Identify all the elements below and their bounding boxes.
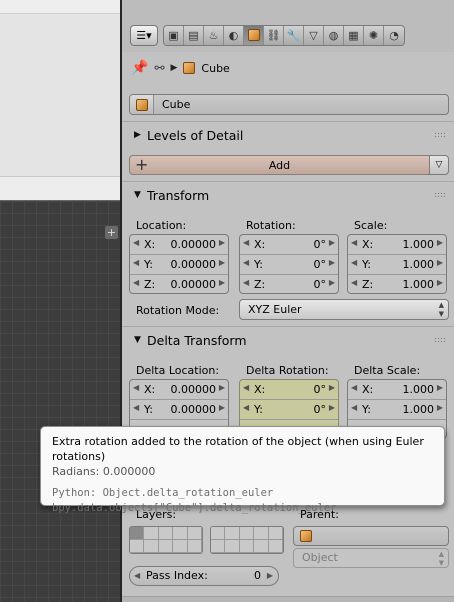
object-data-icon[interactable]: ▽ — [304, 26, 324, 45]
delta-rotation-x-field[interactable]: ◀ X: 0° ▶ — [240, 380, 338, 400]
expand-triangle-icon: ▼ — [134, 190, 141, 200]
pass-index-field[interactable]: ◀ Pass Index: 0 ▶ — [129, 566, 279, 586]
tooltip-unit-value: Radians: 0.000000 — [52, 465, 156, 478]
texture-icon[interactable]: ▦ — [344, 26, 364, 45]
delta-scale-x-field[interactable]: ◀ X: 1.000 ▶ — [348, 380, 446, 400]
world-icon[interactable]: ◐ — [224, 26, 244, 45]
rotation-z-field[interactable]: ◀ Z: 0° ▶ — [240, 275, 338, 293]
collapse-triangle-icon: ▶ — [134, 130, 141, 140]
drag-grip-icon[interactable] — [434, 192, 446, 197]
scene-link-icon: ⚯ — [154, 61, 165, 75]
increment-arrow-icon[interactable]: ▶ — [267, 567, 273, 585]
delta-scale-y-field[interactable]: ◀ Y: 1.000 ▶ — [348, 400, 446, 420]
lod-dropdown-button[interactable]: ▽ — [429, 155, 449, 175]
viewport-header — [0, 0, 121, 14]
updown-arrows-icon: ▲ ▼ — [438, 301, 444, 318]
modifiers-icon[interactable]: 🔧 — [284, 26, 304, 45]
pin-icon[interactable]: 📌 — [131, 60, 148, 76]
delta-rotation-label: Delta Rotation: — [246, 364, 329, 377]
rotation-fields: ◀ X: 0° ▶ ◀ Y: 0° ▶ ◀ Z: 0° ▶ — [239, 234, 339, 294]
properties-header: ☰▾ ▣ ▤ ♨ ◐ ⛓ 🔧 ▽ ◍ ▦ ✺ ◔ — [122, 0, 454, 52]
object-cube-icon — [183, 62, 196, 74]
scale-fields: ◀ X: 1.000 ▶ ◀ Y: 1.000 ▶ ◀ Z: 1.000 ▶ — [347, 234, 447, 294]
object-name-value: Cube — [162, 98, 191, 111]
lod-add-label: Add — [268, 158, 291, 172]
rotation-mode-label: Rotation Mode: — [136, 304, 220, 317]
location-label: Location: — [136, 219, 187, 232]
tooltip-python-data-path: bpy.data.objects["Cube"].delta_rotation_… — [52, 502, 337, 514]
object-name-field[interactable]: Cube — [129, 94, 449, 115]
location-fields: ◀ X: 0.00000 ▶ ◀ Y: 0.00000 ▶ ◀ Z: 0.00000 ▶ — [129, 234, 229, 294]
panel-header-lod[interactable]: ▶ Levels of Detail — [122, 123, 454, 147]
separator — [122, 326, 454, 327]
particles-icon[interactable]: ✺ — [364, 26, 384, 45]
panel-title-transform: Transform — [147, 187, 210, 203]
separator — [122, 181, 454, 182]
location-z-field[interactable]: ◀ Z: 0.00000 ▶ — [130, 275, 228, 293]
editor-type-button[interactable]: ☰▾ — [130, 25, 158, 46]
panel-header-transform[interactable]: ▼ Transform — [122, 183, 454, 207]
tooltip: Extra rotation added to the rotation of … — [40, 426, 445, 514]
rotation-mode-value: XYZ Euler — [248, 303, 302, 316]
viewport-header-bar — [0, 176, 121, 200]
parent-type-select[interactable]: Object ▲ ▼ — [293, 548, 449, 568]
scale-label: Scale: — [354, 219, 388, 232]
delta-location-x-field[interactable]: ◀ X: 0.00000 ▶ — [130, 380, 228, 400]
render-icon[interactable]: ▣ — [164, 26, 184, 45]
delta-location-y-field[interactable]: ◀ Y: 0.00000 ▶ — [130, 400, 228, 420]
object-cube-icon[interactable] — [130, 95, 154, 114]
scale-z-field[interactable]: ◀ Z: 1.000 ▶ — [348, 275, 446, 293]
tooltip-python-path: Python: Object.delta_rotation_euler — [52, 487, 274, 499]
object-cube-icon — [300, 530, 312, 542]
object-icon[interactable] — [244, 26, 264, 45]
layers-grid-right[interactable] — [210, 526, 284, 554]
parent-type-value: Object — [302, 551, 338, 564]
updown-arrows-icon: ▲ ▼ — [438, 550, 444, 567]
scale-x-field[interactable]: ◀ X: 1.000 ▶ — [348, 235, 446, 255]
constraints-icon[interactable]: ⛓ — [264, 26, 284, 45]
rotation-label: Rotation: — [246, 219, 296, 232]
parent-field[interactable] — [293, 526, 449, 546]
layers-grid-left[interactable] — [129, 526, 203, 554]
rotation-x-field[interactable]: ◀ X: 0° ▶ — [240, 235, 338, 255]
pass-index-label: Pass Index: — [146, 569, 208, 582]
plus-icon: + — [135, 155, 149, 174]
breadcrumb: 📌 ⚯ ▶ Cube — [131, 58, 230, 78]
viewport-grid[interactable] — [0, 200, 121, 602]
breadcrumb-object: Cube — [201, 61, 230, 75]
tooltip-description: Extra rotation added to the rotation of … — [52, 435, 424, 463]
panel-title-lod: Levels of Detail — [147, 127, 244, 143]
rotation-y-field[interactable]: ◀ Y: 0° ▶ — [240, 255, 338, 275]
scale-y-field[interactable]: ◀ Y: 1.000 ▶ — [348, 255, 446, 275]
material-icon[interactable]: ◍ — [324, 26, 344, 45]
rotation-mode-select[interactable]: XYZ Euler ▲ ▼ — [239, 299, 449, 320]
panel-header-delta-transform[interactable]: ▼ Delta Transform — [122, 328, 454, 352]
lod-add-button[interactable]: + Add — [129, 155, 430, 175]
panel-bottom-edge — [122, 596, 454, 602]
chevron-right-icon: ▶ — [170, 63, 178, 73]
delta-location-label: Delta Location: — [136, 364, 220, 377]
scene-icon[interactable]: ♨ — [204, 26, 224, 45]
viewport-add-icon[interactable]: + — [105, 226, 118, 239]
pass-index-value: 0 — [254, 569, 261, 582]
location-x-field[interactable]: ◀ X: 0.00000 ▶ — [130, 235, 228, 255]
physics-icon[interactable]: ◔ — [384, 26, 404, 45]
drag-grip-icon[interactable] — [434, 132, 446, 137]
delta-scale-label: Delta Scale: — [354, 364, 421, 377]
drag-grip-icon[interactable] — [434, 337, 446, 342]
location-y-field[interactable]: ◀ Y: 0.00000 ▶ — [130, 255, 228, 275]
decrement-arrow-icon[interactable]: ◀ — [134, 567, 140, 585]
render-layers-icon[interactable]: ▤ — [184, 26, 204, 45]
viewport-top-area[interactable] — [0, 0, 121, 176]
expand-triangle-icon: ▼ — [134, 335, 141, 345]
context-tabs: ▣ ▤ ♨ ◐ ⛓ 🔧 ▽ ◍ ▦ ✺ ◔ — [163, 25, 405, 46]
panel-title-delta-transform: Delta Transform — [147, 332, 247, 348]
delta-rotation-y-field[interactable]: ◀ Y: 0° ▶ — [240, 400, 338, 420]
separator — [122, 121, 454, 122]
